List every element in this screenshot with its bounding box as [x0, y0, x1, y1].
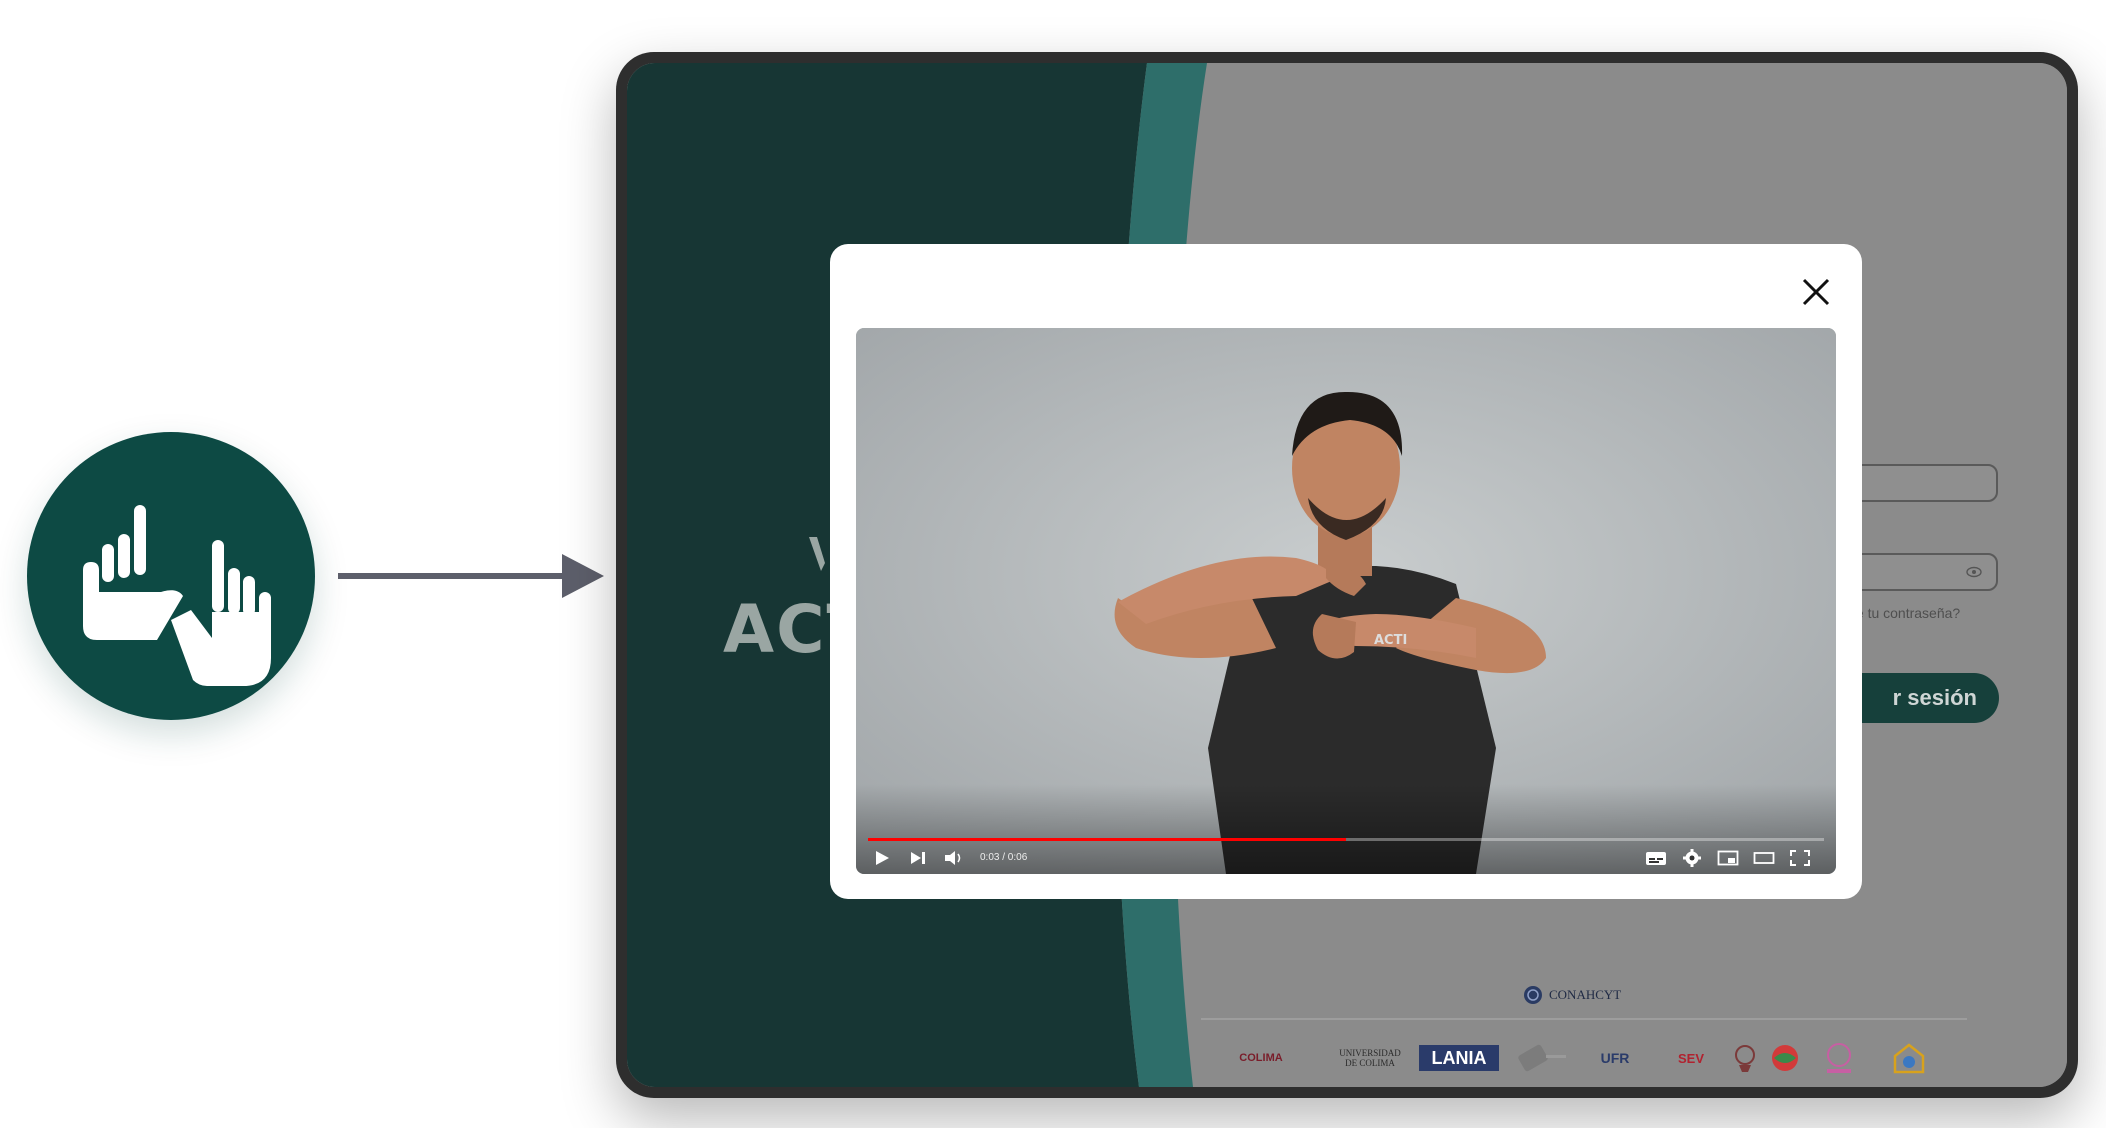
sponsor-sev-logo: SEV	[1677, 1050, 1704, 1066]
video-modal: ACTI 0:03 / 0:06	[830, 244, 1862, 899]
sponsor-abadhap-logo	[1817, 1038, 1861, 1078]
sponsor-lania-logo: LANIA	[1419, 1045, 1499, 1071]
sponsor-heading: CONAHCYT	[1523, 985, 1621, 1005]
sponsor-colima-logo: COLIMA	[1239, 1052, 1283, 1064]
theater-mode-icon[interactable]	[1752, 848, 1776, 868]
conahcyt-logo-icon	[1524, 986, 1542, 1004]
arrow-right-icon	[338, 554, 604, 598]
sponsor-house-logo	[1887, 1038, 1931, 1078]
video-player[interactable]: ACTI 0:03 / 0:06	[856, 328, 1836, 874]
subtitles-icon[interactable]	[1644, 848, 1668, 868]
gear-icon[interactable]	[1680, 848, 1704, 868]
stage: ACT ste tu contraseña? r sesión CONAHCYT	[0, 0, 2106, 1128]
close-icon[interactable]	[1798, 274, 1834, 310]
next-button[interactable]	[906, 848, 930, 868]
progress-fill	[868, 838, 1346, 841]
sponsor-heading-text: CONAHCYT	[1549, 987, 1622, 1002]
sponsor-badge-logo	[1731, 1038, 1759, 1078]
eye-icon[interactable]	[1966, 565, 1982, 579]
sponsor-logos: COLIMA UNIVERSIDAD DE COLIMA LANIA UFR S…	[1197, 1038, 1987, 1078]
settings-button[interactable]	[1680, 848, 1704, 868]
sign-language-badge	[27, 432, 315, 720]
next-icon[interactable]	[906, 848, 930, 868]
volume-icon[interactable]	[942, 848, 966, 868]
sponsor-divider	[1201, 1018, 1967, 1020]
forgot-password-link[interactable]: ste tu contraseña?	[1845, 605, 1960, 621]
hand-pointing-icon	[83, 505, 271, 686]
sponsor-udc-logo: UNIVERSIDAD DE COLIMA	[1339, 1048, 1401, 1068]
close-button[interactable]	[1798, 274, 1834, 310]
miniplayer-button[interactable]	[1716, 848, 1740, 868]
miniplayer-icon[interactable]	[1716, 848, 1740, 868]
play-button[interactable]	[870, 848, 894, 868]
play-icon[interactable]	[870, 848, 894, 868]
sponsor-ufr-logo: UFR	[1600, 1050, 1630, 1066]
time-display: 0:03 / 0:06	[980, 852, 1028, 863]
fullscreen-button[interactable]	[1788, 848, 1812, 868]
subtitles-button[interactable]	[1644, 848, 1668, 868]
sponsor-globe-logo	[1767, 1038, 1803, 1078]
sponsor-secretaria-logo	[1513, 1038, 1573, 1078]
shirt-text: ACTI	[1374, 633, 1407, 648]
theater-mode-button[interactable]	[1752, 848, 1776, 868]
fullscreen-icon[interactable]	[1788, 848, 1812, 868]
volume-button[interactable]	[942, 848, 966, 868]
progress-bar[interactable]	[868, 838, 1824, 841]
